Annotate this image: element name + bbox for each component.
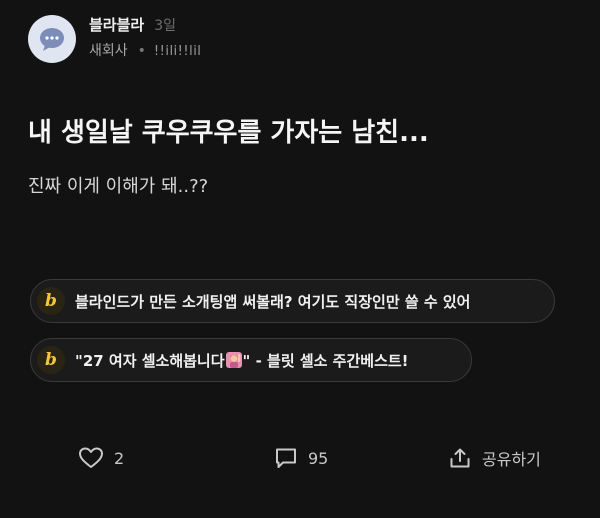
author-name[interactable]: 블라블라 xyxy=(89,16,144,34)
promo-text-start: "27 여자 셀소해봅니다 xyxy=(75,351,225,370)
like-button[interactable]: 2 xyxy=(78,440,124,476)
post-body: 진짜 이게 이해가 돼..?? xyxy=(28,176,209,197)
meta-separator: • xyxy=(137,43,146,59)
author-meta: 새회사 • !!ili!!lil xyxy=(89,40,201,60)
share-button[interactable]: 공유하기 xyxy=(448,440,541,476)
promo-text-end: " - 블릿 셀소 주간베스트! xyxy=(242,351,409,370)
heart-icon xyxy=(79,447,103,468)
promo-banner-dating-app[interactable]: b 블라인드가 만든 소개팅앱 써볼래? 여기도 직장인만 쓸 수 있어 xyxy=(30,279,555,323)
like-count: 2 xyxy=(114,448,125,468)
chat-bubble-icon xyxy=(40,28,64,51)
avatar[interactable] xyxy=(28,15,76,63)
comment-count: 95 xyxy=(308,448,329,468)
promo-text: 블라인드가 만든 소개팅앱 써볼래? 여기도 직장인만 쓸 수 있어 xyxy=(75,292,471,311)
share-icon xyxy=(450,448,470,468)
comment-icon xyxy=(276,448,296,468)
blind-logo-icon: b xyxy=(37,346,65,374)
share-label: 공유하기 xyxy=(482,450,541,469)
post-actions-bar: 2 95 공유하기 xyxy=(0,440,600,476)
blind-logo-icon: b xyxy=(37,287,65,315)
person-raising-hand-emoji-icon xyxy=(225,351,242,368)
comment-button[interactable]: 95 xyxy=(274,440,328,476)
author-nickname: !!ili!!lil xyxy=(153,44,202,59)
promo-banner-self-intro[interactable]: b "27 여자 셀소해봅니다 " - 블릿 셀소 주간베스트! xyxy=(30,338,472,382)
company-name: 새회사 xyxy=(89,43,128,59)
author-line: 블라블라 3일 xyxy=(89,14,176,35)
promo-text: "27 여자 셀소해봅니다 " - 블릿 셀소 주간베스트! xyxy=(75,350,409,371)
post-title: 내 생일날 쿠우쿠우를 가자는 남친... xyxy=(28,118,429,148)
post-time: 3일 xyxy=(154,18,176,34)
